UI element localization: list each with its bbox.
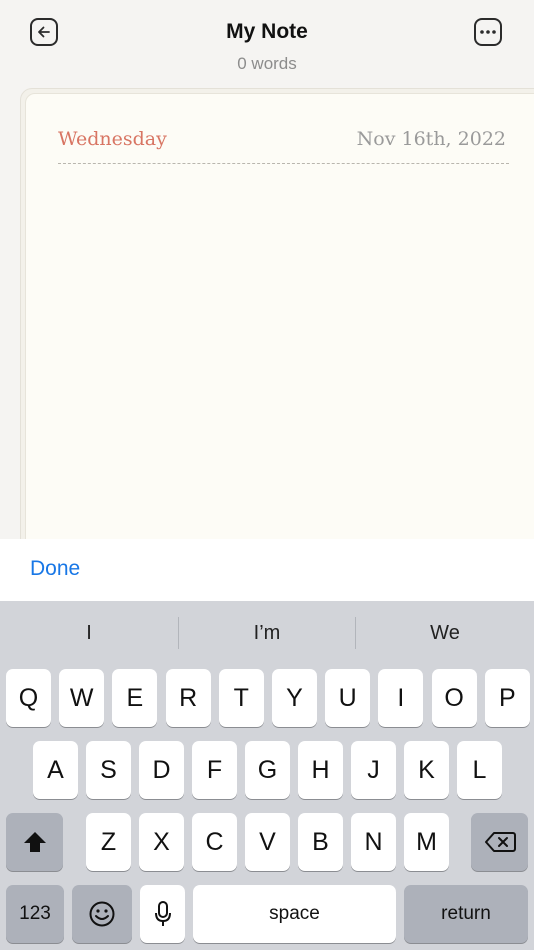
word-count: 0 words bbox=[237, 54, 297, 73]
done-button[interactable]: Done bbox=[30, 557, 80, 581]
page-title: My Note bbox=[226, 20, 308, 43]
letter-key[interactable]: N bbox=[351, 813, 396, 871]
letter-key[interactable]: F bbox=[192, 741, 237, 799]
letter-key[interactable]: O bbox=[431, 669, 477, 727]
emoji-key[interactable] bbox=[72, 885, 132, 943]
letter-key[interactable]: V bbox=[245, 813, 290, 871]
letter-key[interactable]: R bbox=[165, 669, 211, 727]
letter-key[interactable]: S bbox=[86, 741, 131, 799]
ellipsis-icon bbox=[480, 30, 496, 34]
letter-key[interactable]: M bbox=[404, 813, 449, 871]
numbers-key[interactable]: 123 bbox=[6, 885, 64, 943]
suggestion-2[interactable]: I’m bbox=[178, 601, 356, 665]
letter-key[interactable]: C bbox=[192, 813, 237, 871]
emoji-icon bbox=[89, 901, 115, 927]
shift-key[interactable] bbox=[6, 813, 63, 871]
nav-header: My Note 0 words bbox=[0, 0, 534, 88]
shift-icon bbox=[23, 832, 46, 852]
letter-key[interactable]: L bbox=[457, 741, 502, 799]
suggestion-1[interactable]: I bbox=[0, 601, 178, 665]
letter-key[interactable]: E bbox=[112, 669, 158, 727]
letter-key[interactable]: Q bbox=[6, 669, 51, 727]
letter-key[interactable]: P bbox=[484, 669, 530, 727]
letter-key[interactable]: I bbox=[378, 669, 424, 727]
letter-key[interactable]: D bbox=[139, 741, 184, 799]
header-divider bbox=[58, 163, 509, 164]
note-weekday: Wednesday bbox=[58, 128, 167, 150]
letter-key[interactable]: G bbox=[245, 741, 290, 799]
letter-key[interactable]: X bbox=[139, 813, 184, 871]
dictation-key[interactable] bbox=[140, 885, 185, 943]
letter-key[interactable]: Z bbox=[86, 813, 131, 871]
letter-key[interactable]: J bbox=[351, 741, 396, 799]
backspace-icon bbox=[484, 832, 516, 852]
suggestion-3[interactable]: We bbox=[356, 601, 534, 665]
more-options-button[interactable] bbox=[474, 18, 502, 46]
return-key[interactable]: return bbox=[404, 885, 528, 943]
backspace-key[interactable] bbox=[471, 813, 528, 871]
letter-key[interactable]: B bbox=[298, 813, 343, 871]
letter-key[interactable]: A bbox=[33, 741, 78, 799]
keyboard: I I’m We 123 space return QWERTYUIOPAS D… bbox=[0, 601, 534, 950]
note-date: Nov 16th, 2022 bbox=[356, 128, 506, 150]
space-key[interactable]: space bbox=[193, 885, 396, 943]
letter-key[interactable]: K bbox=[404, 741, 449, 799]
letter-key[interactable]: Y bbox=[272, 669, 317, 727]
note-editor[interactable]: Wednesday Nov 16th, 2022 bbox=[25, 93, 534, 553]
letter-key[interactable]: T bbox=[218, 669, 264, 727]
letter-key[interactable]: U bbox=[325, 669, 371, 727]
letter-key[interactable]: W bbox=[59, 669, 105, 727]
microphone-icon bbox=[154, 901, 171, 926]
letter-key[interactable]: H bbox=[298, 741, 343, 799]
keyboard-toolbar: Done bbox=[0, 539, 534, 601]
